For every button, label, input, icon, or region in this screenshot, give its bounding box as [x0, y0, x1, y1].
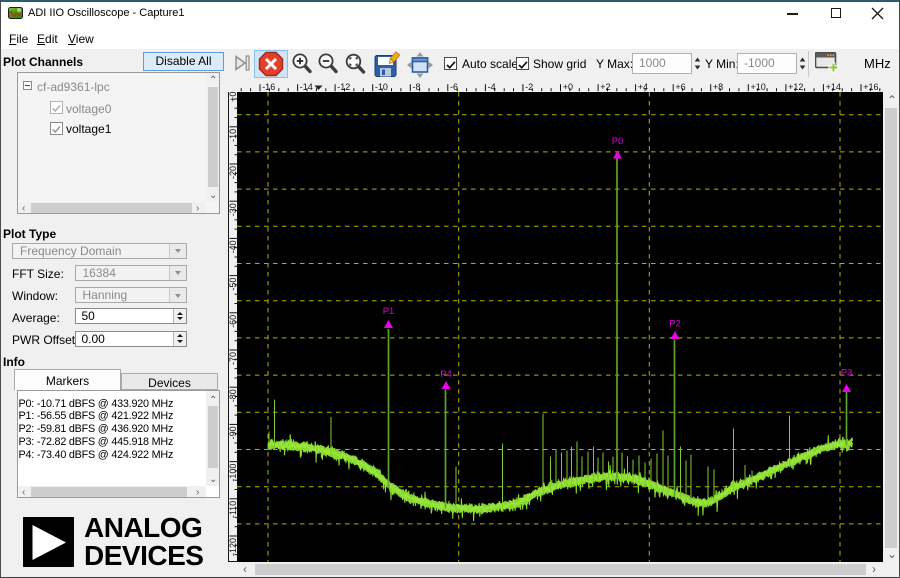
svg-text:-10: -10 — [375, 82, 388, 92]
svg-text:-80: -80 — [229, 389, 237, 402]
svg-text:-40: -40 — [229, 240, 237, 253]
svg-text:-14: -14 — [300, 82, 313, 92]
svg-text:-20: -20 — [229, 166, 237, 179]
svg-text:P4: P4 — [440, 369, 452, 380]
svg-text:+0: +0 — [563, 82, 573, 92]
svg-text:-70: -70 — [229, 352, 237, 365]
svg-text:+16: +16 — [863, 82, 878, 92]
svg-text:-8: -8 — [413, 82, 421, 92]
svg-text:-30: -30 — [229, 203, 237, 216]
svg-text:+10: +10 — [751, 82, 766, 92]
svg-text:P3: P3 — [841, 367, 853, 378]
svg-text:+0: +0 — [229, 92, 237, 102]
svg-text:-100: -100 — [229, 463, 237, 481]
svg-text:P1: P1 — [383, 306, 395, 317]
svg-text:+8: +8 — [713, 82, 723, 92]
svg-text:-4: -4 — [488, 82, 496, 92]
svg-text:+2: +2 — [600, 82, 610, 92]
svg-text:-90: -90 — [229, 426, 237, 439]
svg-text:+4: +4 — [638, 82, 648, 92]
svg-text:-50: -50 — [229, 277, 237, 290]
svg-text:P2: P2 — [669, 318, 681, 329]
svg-text:-12: -12 — [337, 82, 350, 92]
svg-text:+12: +12 — [788, 82, 803, 92]
svg-text:-2: -2 — [525, 82, 533, 92]
svg-text:-16: -16 — [262, 82, 275, 92]
svg-text:-60: -60 — [229, 314, 237, 327]
svg-text:-10: -10 — [229, 128, 237, 141]
svg-text:+14: +14 — [826, 82, 841, 92]
svg-text:-110: -110 — [229, 500, 237, 517]
svg-text:P0: P0 — [612, 136, 624, 147]
svg-text:-120: -120 — [229, 538, 237, 556]
svg-text:-6: -6 — [450, 82, 458, 92]
svg-text:+6: +6 — [675, 82, 685, 92]
